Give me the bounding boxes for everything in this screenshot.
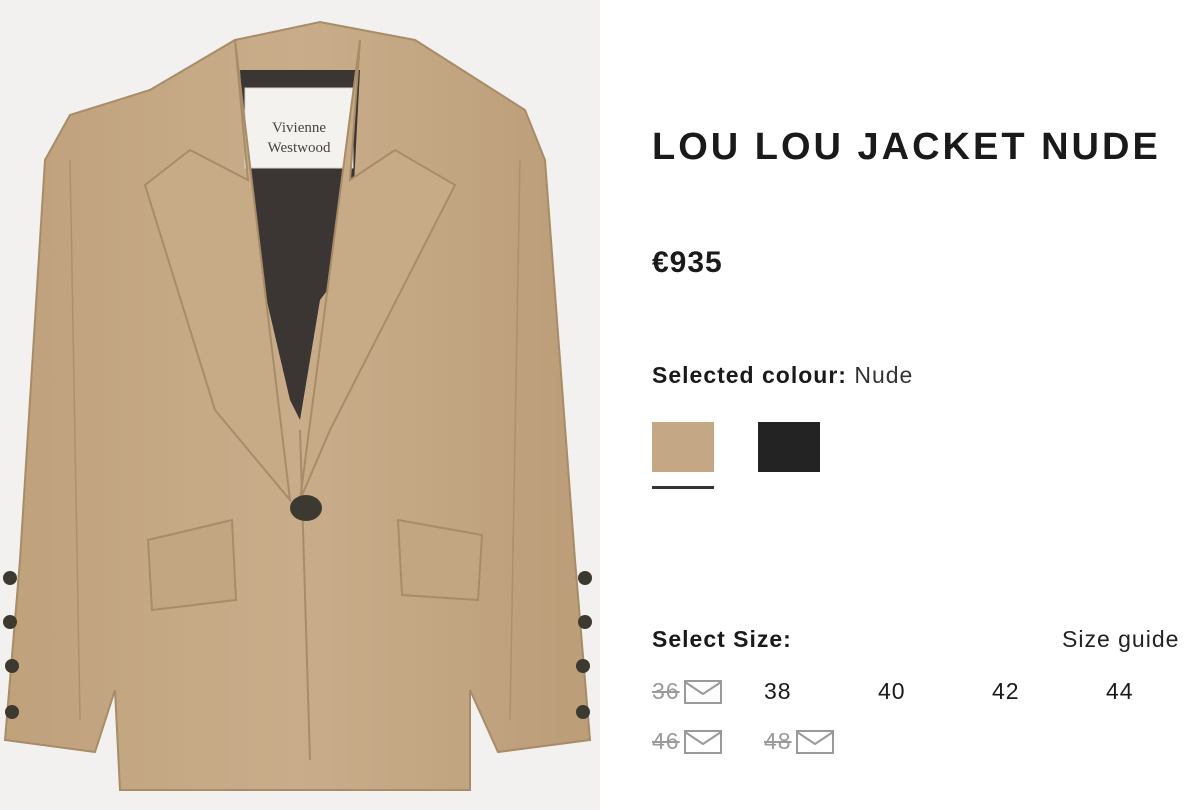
product-price: €935 [652, 246, 723, 279]
size-label: 46 [652, 728, 680, 754]
size-option-48[interactable]: 48 [764, 728, 834, 755]
size-option-46[interactable]: 46 [652, 728, 722, 755]
colour-swatch-nude[interactable] [652, 422, 714, 489]
selected-colour: Selected colour: Nude [652, 362, 913, 389]
size-label: 48 [764, 728, 792, 754]
size-label: 42 [992, 678, 1020, 704]
selected-colour-label: Selected colour: [652, 362, 847, 388]
size-option-44[interactable]: 44 [1106, 678, 1134, 705]
jacket-button-icon [290, 495, 322, 521]
brand-label-line-2: Westwood [268, 140, 331, 156]
colour-swatch-black[interactable] [758, 422, 820, 472]
mail-icon [683, 729, 722, 754]
select-size-heading: Select Size: [652, 626, 792, 652]
mail-icon [795, 729, 834, 754]
size-option-36[interactable]: 36 [652, 678, 722, 705]
size-label: 40 [878, 678, 906, 704]
size-option-38[interactable]: 38 [764, 678, 792, 705]
selected-colour-value: Nude [854, 362, 914, 388]
size-label: 36 [652, 678, 680, 704]
size-label: 44 [1106, 678, 1134, 704]
size-option-42[interactable]: 42 [992, 678, 1020, 705]
product-title: LOU LOU JACKET NUDE [652, 126, 1161, 168]
product-image[interactable]: Vivienne Westwood [0, 0, 600, 810]
size-label: 38 [764, 678, 792, 704]
mail-icon [683, 679, 722, 704]
size-option-40[interactable]: 40 [878, 678, 906, 705]
product-info: LOU LOU JACKET NUDE €935 Selected colour… [652, 0, 1200, 810]
brand-label-line-1: Vivienne [272, 120, 326, 136]
size-guide-link[interactable]: Size guide [1062, 626, 1179, 653]
jacket-illustration: Vivienne Westwood [3, 20, 592, 791]
